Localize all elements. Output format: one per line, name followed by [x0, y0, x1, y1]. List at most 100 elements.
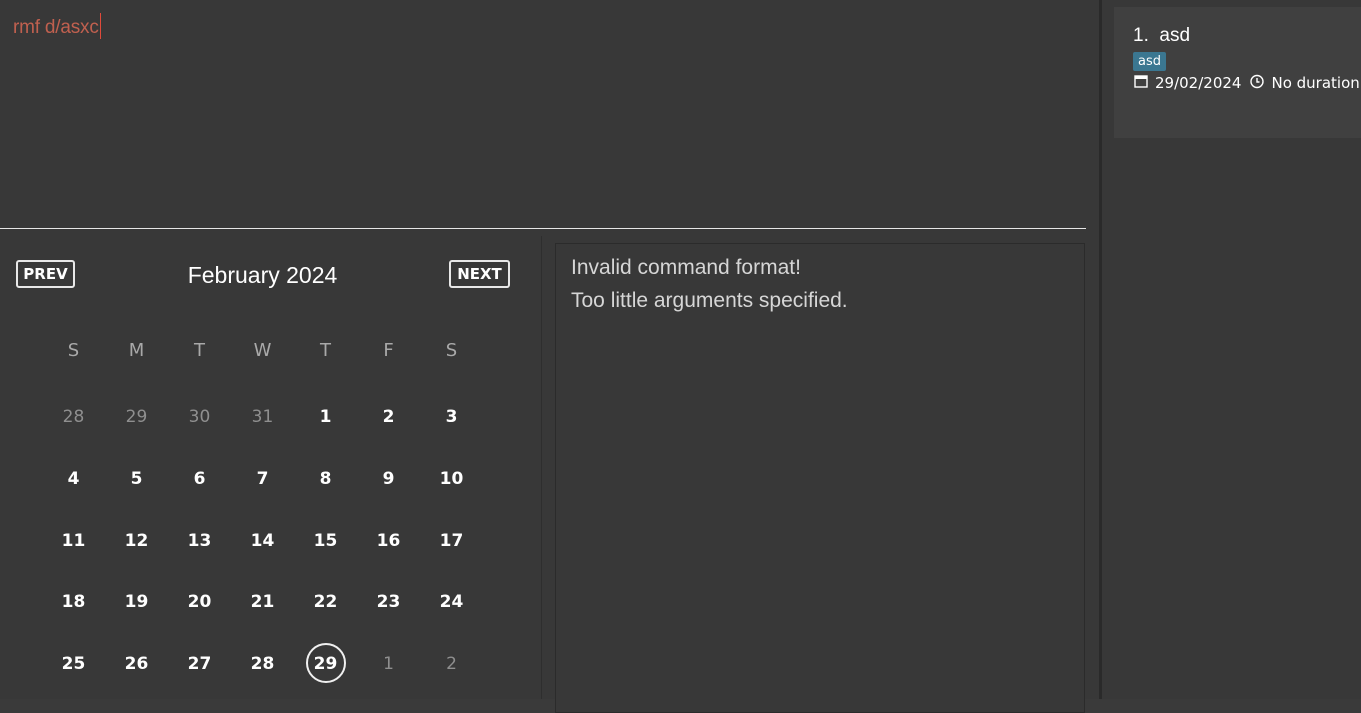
calendar-day[interactable]: 15 — [294, 521, 357, 583]
weekday-label: M — [128, 340, 145, 361]
calendar-day[interactable]: 4 — [42, 459, 105, 521]
calendar-day-number: 16 — [376, 530, 401, 551]
calendar-day[interactable]: 21 — [231, 582, 294, 644]
calendar-day-number: 29 — [125, 407, 148, 427]
command-input[interactable]: rmf d/asxc — [13, 13, 101, 39]
calendar-day-today[interactable]: 29 — [294, 643, 357, 706]
calendar-day-number: 10 — [439, 468, 464, 489]
task-name: asd — [1159, 25, 1191, 46]
calendar-day[interactable]: 22 — [294, 582, 357, 644]
calendar-day[interactable]: 7 — [231, 459, 294, 521]
calendar-day[interactable]: 3 — [420, 397, 483, 459]
calendar-day-number: 1 — [319, 407, 332, 427]
calendar-day[interactable]: 11 — [42, 521, 105, 583]
calendar-day[interactable]: 23 — [357, 582, 420, 644]
calendar-day[interactable]: 28 — [231, 644, 294, 706]
clock-icon — [1249, 73, 1265, 93]
calendar-day-number: 18 — [61, 592, 86, 613]
calendar-day[interactable]: 8 — [294, 459, 357, 521]
calendar-day[interactable]: 25 — [42, 644, 105, 706]
task-card[interactable]: 1. asd asd 29/02/2024 No duration — [1114, 7, 1361, 138]
calendar-day[interactable]: 2 — [357, 397, 420, 459]
calendar-day[interactable]: 14 — [231, 521, 294, 583]
calendar-day[interactable]: 12 — [105, 521, 168, 583]
calendar-day[interactable]: 6 — [168, 459, 231, 521]
calendar-day-number: 24 — [439, 592, 464, 613]
calendar-day-number: 7 — [256, 468, 269, 489]
calendar-panel: PREV February 2024 NEXT S M T W T F S 28… — [0, 236, 542, 699]
calendar-day[interactable]: 30 — [168, 397, 231, 459]
calendar-day[interactable]: 20 — [168, 582, 231, 644]
calendar-day[interactable]: 5 — [105, 459, 168, 521]
calendar-day[interactable]: 13 — [168, 521, 231, 583]
weekday-label: F — [383, 340, 394, 361]
calendar-day[interactable]: 18 — [42, 582, 105, 644]
text-caret — [99, 13, 101, 39]
calendar-day-number: 22 — [313, 592, 338, 613]
calendar-weekday-header: S M T W T F S — [42, 339, 483, 363]
calendar-icon — [1133, 73, 1149, 93]
result-display: Invalid command format! Too little argum… — [555, 243, 1085, 713]
calendar-day-number: 15 — [313, 530, 338, 551]
calendar-day-number: 9 — [382, 468, 395, 489]
calendar-day-number: 4 — [67, 468, 80, 489]
calendar-day-number: 14 — [250, 530, 275, 551]
calendar-day[interactable]: 17 — [420, 521, 483, 583]
next-month-button[interactable]: NEXT — [449, 260, 510, 288]
task-list-panel: 1. asd asd 29/02/2024 No duration — [1102, 0, 1361, 699]
task-index: 1. — [1133, 25, 1149, 46]
calendar-day-number: 28 — [250, 654, 275, 675]
calendar-day-number: 26 — [124, 654, 149, 675]
calendar-day[interactable]: 31 — [231, 397, 294, 459]
calendar-day-number: 11 — [61, 530, 86, 551]
calendar-day[interactable]: 9 — [357, 459, 420, 521]
calendar-day-number: 6 — [193, 468, 206, 489]
calendar-day-number: 23 — [376, 592, 401, 613]
calendar-day-number: 1 — [383, 654, 394, 675]
calendar-day-number: 29 — [305, 643, 346, 684]
task-title: 1. asd — [1133, 25, 1190, 47]
calendar-month-title: February 2024 — [187, 262, 338, 288]
command-box[interactable]: rmf d/asxc — [0, 0, 1086, 229]
calendar-day-number: 5 — [130, 468, 143, 489]
calendar-day-number: 19 — [124, 592, 149, 613]
result-message-line: Invalid command format! — [571, 256, 801, 279]
calendar-day-number: 2 — [446, 654, 457, 675]
weekday-label: W — [253, 340, 272, 361]
calendar-day[interactable]: 27 — [168, 644, 231, 706]
calendar-day-number: 25 — [61, 654, 86, 675]
calendar-day[interactable]: 29 — [105, 397, 168, 459]
calendar-day[interactable]: 19 — [105, 582, 168, 644]
calendar-day-number: 21 — [250, 592, 275, 613]
calendar-day-grid: 28 29 30 31 1 2 3 4 5 6 7 8 9 10 11 12 13 14 15 16 17 18 19 20 2… — [42, 397, 483, 706]
task-date: 29/02/2024 — [1155, 74, 1242, 92]
calendar-day-number: 28 — [62, 407, 85, 427]
main-panel: rmf d/asxc PREV February 2024 NEXT S M T… — [0, 0, 1099, 713]
calendar-day[interactable]: 2 — [420, 644, 483, 706]
calendar-day[interactable]: 24 — [420, 582, 483, 644]
calendar-day-number: 8 — [319, 468, 332, 489]
calendar-day[interactable]: 28 — [42, 397, 105, 459]
task-duration: No duration — [1271, 74, 1360, 92]
calendar-day-number: 3 — [445, 407, 458, 427]
calendar-day[interactable]: 16 — [357, 521, 420, 583]
calendar-day-number: 31 — [251, 407, 274, 427]
weekday-label: S — [445, 340, 458, 361]
calendar-day-number: 20 — [187, 592, 212, 613]
calendar-day-number: 30 — [188, 407, 211, 427]
calendar-day[interactable]: 10 — [420, 459, 483, 521]
calendar-day-number: 12 — [124, 530, 149, 551]
task-meta: 29/02/2024 No duration — [1133, 73, 1360, 93]
calendar-day-number: 17 — [439, 530, 464, 551]
prev-month-button[interactable]: PREV — [16, 260, 75, 288]
calendar-day-number: 13 — [187, 530, 212, 551]
calendar-day[interactable]: 26 — [105, 644, 168, 706]
weekday-label: S — [67, 340, 80, 361]
calendar-day[interactable]: 1 — [357, 644, 420, 706]
task-tag: asd — [1133, 52, 1166, 71]
weekday-label: T — [194, 340, 205, 361]
calendar-day-number: 27 — [187, 654, 212, 675]
calendar-day-number: 2 — [382, 407, 395, 427]
weekday-label: T — [320, 340, 331, 361]
calendar-day[interactable]: 1 — [294, 397, 357, 459]
